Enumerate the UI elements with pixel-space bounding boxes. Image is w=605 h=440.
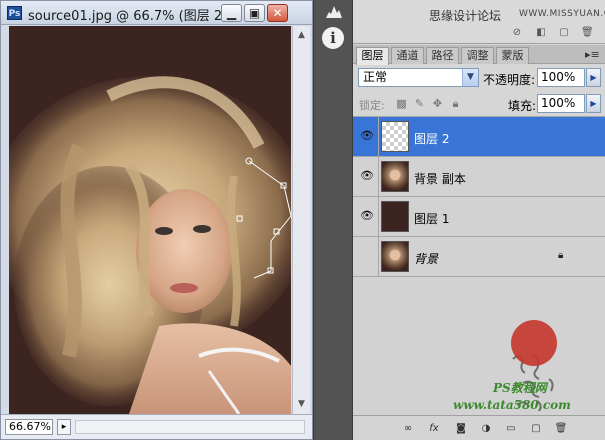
panel-menu-icon[interactable]: ▸≡ <box>585 48 600 61</box>
layer-row-background-copy[interactable]: 👁︎ 背景 副本 <box>353 157 605 197</box>
document-window: Ps source01.jpg @ 66.7% (图层 2... ▁ ▣ ✕ ▲… <box>0 0 313 440</box>
layer-lock-icon: 🔒︎ <box>558 250 564 261</box>
red-seal-stamp <box>511 320 557 366</box>
blend-mode-select[interactable]: 正常 ▼ <box>358 68 479 87</box>
layer-name: 图层 1 <box>414 212 450 226</box>
opacity-field[interactable]: 100% <box>537 68 585 87</box>
visibility-toggle[interactable] <box>355 237 379 276</box>
ps-course-watermark: PS教程网 <box>493 381 547 395</box>
canvas-left-margin <box>1 26 9 414</box>
panel-dock-strip: i <box>313 0 353 440</box>
status-bar: 66.67% ▸ <box>1 414 312 439</box>
eye-icon: 👁︎ <box>360 129 374 142</box>
fill-slider-icon[interactable]: ▶ <box>586 94 601 113</box>
eye-icon: 👁︎ <box>360 169 374 182</box>
chevron-down-icon[interactable]: ▼ <box>462 69 478 86</box>
layer-row-layer2[interactable]: 👁︎ 图层 2 <box>353 117 605 157</box>
site-url-watermark: www.tata580.com <box>453 398 571 412</box>
layer-name: 背景 副本 <box>414 172 466 186</box>
link-layers-icon[interactable]: ∞ <box>401 422 415 435</box>
tab-channels[interactable]: 通道 <box>391 47 424 64</box>
layer-row-background[interactable]: 背景 🔒︎ <box>353 237 605 277</box>
document-title: source01.jpg @ 66.7% (图层 2... <box>28 9 235 24</box>
tab-layers[interactable]: 图层 <box>356 47 389 65</box>
horizontal-scrollbar[interactable] <box>75 420 305 434</box>
add-mask-icon[interactable]: ◙ <box>454 422 468 435</box>
vertical-scrollbar[interactable]: ▲ ▼ <box>292 26 310 414</box>
lock-transparency-icon[interactable]: ▩ <box>395 97 408 110</box>
lock-label: 锁定: <box>359 99 385 112</box>
fill-field[interactable]: 100% <box>537 94 585 113</box>
scroll-down-icon[interactable]: ▼ <box>295 398 308 411</box>
visibility-toggle[interactable]: 👁︎ <box>355 197 379 236</box>
opacity-label: 不透明度: <box>483 73 536 87</box>
tab-masks[interactable]: 蒙版 <box>496 47 529 64</box>
eye-icon: 👁︎ <box>360 209 374 222</box>
new-group-icon[interactable]: ▭ <box>504 422 518 435</box>
layer-thumbnail <box>381 121 409 152</box>
panel-tabs: 图层 通道 路径 调整 蒙版 ▸≡ <box>353 45 605 65</box>
top-panel: 思缘设计论坛 WWW.MISSYUAN.COM ⊘ ◧ ▢ 🗑 <box>353 0 605 44</box>
layer-thumbnail <box>381 161 409 192</box>
visibility-toggle[interactable]: 👁︎ <box>355 157 379 196</box>
document-titlebar[interactable]: Ps source01.jpg @ 66.7% (图层 2... ▁ ▣ ✕ <box>1 1 312 25</box>
layers-panel-area: 思缘设计论坛 WWW.MISSYUAN.COM ⊘ ◧ ▢ 🗑 图层 通道 路径… <box>353 0 605 440</box>
new-item-icon[interactable]: ▢ <box>558 27 570 39</box>
fill-label: 填充: <box>508 99 537 113</box>
minimize-button[interactable]: ▁ <box>221 4 242 22</box>
photoshop-icon: Ps <box>7 6 22 20</box>
maximize-button[interactable]: ▣ <box>244 4 265 22</box>
info-icon[interactable]: i <box>322 27 344 49</box>
layers-bottom-bar: ∞ fx ◙ ◑ ▭ ▢ 🗑 <box>353 415 605 440</box>
blend-row: 正常 ▼ 不透明度: 100% ▶ <box>353 65 605 91</box>
lock-move-icon[interactable]: ✥ <box>431 97 444 110</box>
layer-thumbnail <box>381 241 409 272</box>
opacity-slider-icon[interactable]: ▶ <box>586 68 601 87</box>
adjustment-layer-icon[interactable]: ◑ <box>479 422 493 435</box>
zoom-field[interactable]: 66.67% <box>5 419 53 435</box>
image-canvas[interactable] <box>9 26 291 414</box>
status-menu-icon[interactable]: ▸ <box>57 419 71 435</box>
lock-all-icon[interactable]: 🔒︎ <box>449 97 462 110</box>
blend-mode-value: 正常 <box>363 70 388 84</box>
scroll-up-icon[interactable]: ▲ <box>295 29 308 42</box>
lock-row: 锁定: ▩ ✎ ✥ 🔒︎ 填充: 100% ▶ <box>353 91 605 117</box>
layers-list: 👁︎ 图层 2 👁︎ 背景 副本 👁︎ 图层 1 背景 🔒︎ PS教程网 www… <box>353 117 605 415</box>
tab-adjustments[interactable]: 调整 <box>461 47 494 64</box>
tab-paths[interactable]: 路径 <box>426 47 459 64</box>
histogram-icon[interactable] <box>326 4 342 18</box>
forum-watermark: 思缘设计论坛 <box>429 9 502 23</box>
delete-layer-icon[interactable]: 🗑 <box>554 422 568 435</box>
visibility-toggle[interactable]: 👁︎ <box>355 117 379 156</box>
close-button[interactable]: ✕ <box>267 4 288 22</box>
mask-icon[interactable]: ◧ <box>535 27 547 39</box>
photo-image <box>9 76 291 414</box>
layer-name: 图层 2 <box>414 132 450 146</box>
layer-thumbnail <box>381 201 409 232</box>
layer-row-layer1[interactable]: 👁︎ 图层 1 <box>353 197 605 237</box>
lock-brush-icon[interactable]: ✎ <box>413 97 426 110</box>
cancel-icon[interactable]: ⊘ <box>511 27 523 39</box>
forum-url: WWW.MISSYUAN.COM <box>519 9 605 19</box>
trash-icon[interactable]: 🗑 <box>581 27 594 39</box>
fx-icon[interactable]: fx <box>427 422 441 435</box>
layer-name: 背景 <box>414 252 439 266</box>
new-layer-icon[interactable]: ▢ <box>529 422 543 435</box>
